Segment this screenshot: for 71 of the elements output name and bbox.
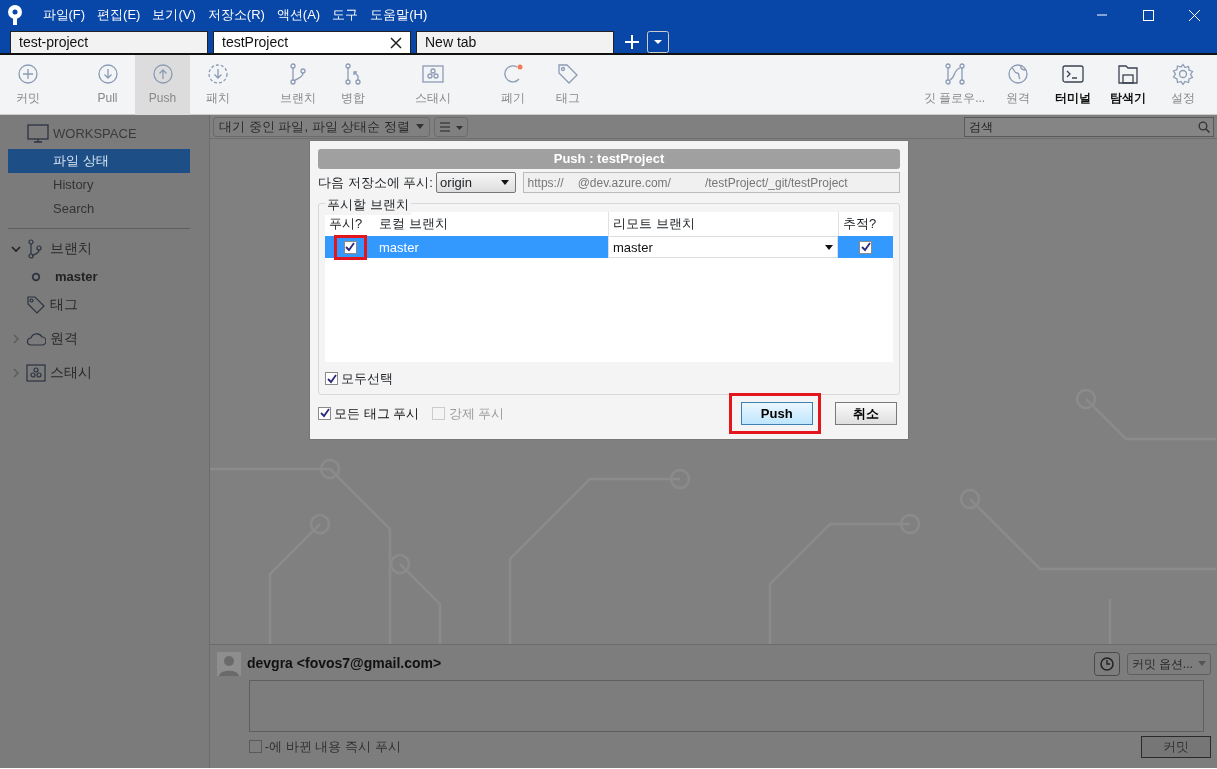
avatar-icon: [216, 651, 241, 676]
commit-button[interactable]: 커밋: [1140, 735, 1211, 758]
down-arrow-circle-icon: [96, 63, 119, 85]
dialog-button[interactable]: Push: [740, 401, 813, 425]
sort-dropdown[interactable]: 대기 중인 파일, 파일 상태순 정렬: [213, 116, 431, 137]
checkbox-label: -에 바뀐 내용 즉시 푸시: [264, 737, 401, 756]
close-icon[interactable]: [390, 36, 402, 49]
menu-item[interactable]: 파일(F): [36, 5, 92, 25]
caret-icon: [1197, 661, 1206, 666]
caret-icon: [825, 244, 833, 250]
checkbox[interactable]: [859, 240, 872, 254]
globe-icon: [1007, 63, 1029, 85]
history-icon[interactable]: [1094, 651, 1120, 676]
tag-icon: [26, 294, 46, 315]
refresh-icon: [501, 63, 524, 85]
checkbox[interactable]: [343, 240, 357, 254]
commit-options-dropdown[interactable]: 커밋 옵션...: [1126, 652, 1211, 675]
dialog-title: Push : testProject: [318, 149, 900, 169]
dropdown-icon[interactable]: [647, 31, 669, 53]
section-heading[interactable]: 브랜치: [50, 238, 92, 260]
monitor-icon: [27, 123, 49, 144]
branch-dropdown[interactable]: master: [608, 236, 838, 259]
checkbox[interactable]: [325, 372, 338, 385]
author-name: devgra <fovos7@gmail.com>: [247, 654, 442, 673]
plus-circle-icon: [16, 63, 39, 85]
column-header: 푸시?: [328, 215, 364, 234]
stash-icon: [421, 63, 444, 85]
checkbox-label: 강제 푸시: [448, 404, 505, 423]
sidebar-item[interactable]: 파일 상태: [8, 148, 190, 173]
branch-item[interactable]: master: [55, 267, 98, 287]
plus-icon[interactable]: [623, 33, 641, 51]
toolbar-button[interactable]: 터미널: [1045, 55, 1101, 115]
up-arrow-circle-icon: [151, 63, 174, 85]
menu-item[interactable]: 도움말(H): [364, 5, 434, 25]
menu-item[interactable]: 편집(E): [91, 5, 147, 25]
circle-icon: [31, 271, 41, 282]
tag-icon: [556, 63, 579, 85]
search-field[interactable]: 검색: [963, 116, 1214, 137]
caret-icon: [416, 124, 425, 129]
tab[interactable]: New tab: [416, 31, 614, 53]
stash-icon: [26, 362, 46, 383]
section-heading[interactable]: 스태시: [50, 362, 92, 384]
remote-dropdown[interactable]: origin: [436, 172, 517, 194]
section-heading: WORKSPACE: [53, 124, 137, 143]
section-heading[interactable]: 태그: [50, 294, 78, 316]
column-header: 로컬 브랜치: [378, 215, 449, 234]
flow-icon: [943, 63, 966, 85]
table-cell-text: master: [378, 238, 420, 257]
tab[interactable]: test-project: [10, 31, 208, 53]
terminal-icon: [1062, 63, 1084, 85]
checkbox-label: 모든 태그 푸시: [334, 404, 420, 423]
menu-item[interactable]: 보기(V): [146, 5, 202, 25]
section-heading[interactable]: 원격: [50, 328, 78, 350]
toolbar-button[interactable]: 탐색기: [1100, 55, 1156, 115]
sidebar-item[interactable]: Search: [8, 196, 190, 221]
checkbox-label: 모두선택: [341, 369, 394, 388]
drawer-icon: [1117, 63, 1139, 85]
menu-item[interactable]: 도구: [326, 5, 365, 25]
menu-item[interactable]: 저장소(R): [201, 5, 271, 25]
settings-icon: [1172, 63, 1194, 85]
caret-icon: [501, 180, 510, 186]
url-field: https:// @dev.azure.com/ /testProject/_git/testProject: [522, 172, 900, 194]
search-icon: [1197, 120, 1210, 133]
menu-item[interactable]: 액션(A): [270, 5, 327, 25]
commit-message-field[interactable]: [248, 679, 1204, 732]
tab[interactable]: testProject: [213, 31, 411, 53]
table-row[interactable]: master master: [325, 236, 893, 259]
field-label: 다음 저장소에 푸시:: [318, 174, 433, 192]
dialog-button[interactable]: 취소: [834, 401, 897, 425]
checkbox[interactable]: [318, 406, 331, 420]
sidebar-item[interactable]: History: [8, 172, 190, 197]
